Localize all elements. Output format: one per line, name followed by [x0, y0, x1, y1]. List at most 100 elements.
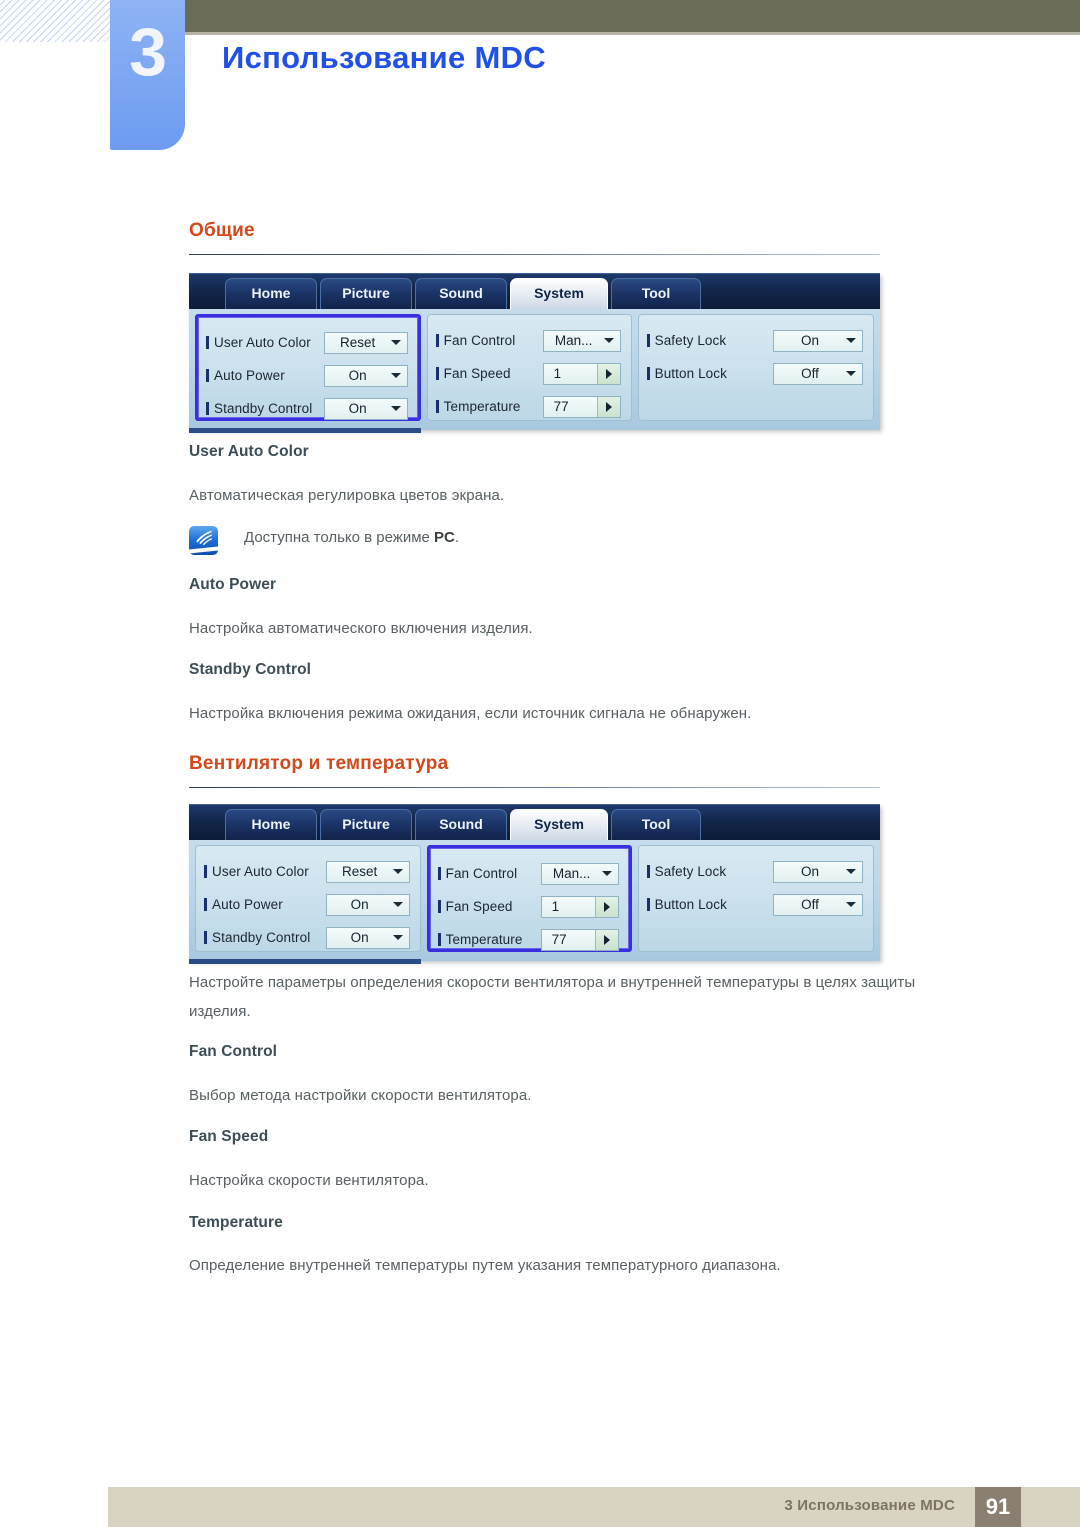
- mdc-column-lock: Safety Lock On Button Lock Off: [637, 314, 874, 421]
- mdc-field-button-lock: Button Lock Off: [646, 357, 863, 390]
- mdc-column-lock: Safety Lock On Button Lock Off: [637, 845, 874, 952]
- dropdown-value: On: [348, 401, 367, 416]
- mdc-column-fan-temperature: Fan Control Man... Fan Speed 1 Temperatu…: [426, 845, 632, 952]
- mdc-column-general: User Auto Color Reset Auto Power On Stan…: [195, 845, 421, 952]
- mdc-panel-body: User Auto Color Reset Auto Power On Stan…: [189, 309, 880, 430]
- note-pen-icon: [189, 526, 218, 555]
- spinner-temperature[interactable]: 77: [540, 928, 619, 951]
- subheading-standby-control: Standby Control: [189, 661, 312, 678]
- field-label: Button Lock: [654, 897, 727, 912]
- field-label: User Auto Color: [212, 864, 309, 879]
- dropdown-button-lock[interactable]: Off: [773, 893, 863, 916]
- chevron-down-icon: [390, 340, 401, 345]
- dropdown-fan-control[interactable]: Man...: [542, 329, 621, 352]
- mdc-tab-picture[interactable]: Picture: [320, 278, 412, 309]
- spinner-increase-button[interactable]: [594, 896, 618, 917]
- dropdown-value: Man...: [552, 866, 591, 881]
- field-label: Fan Speed: [445, 899, 513, 914]
- chevron-down-icon: [846, 902, 856, 907]
- spinner-value: 77: [551, 932, 567, 947]
- quill-glyph: [196, 530, 212, 546]
- dropdown-fan-control[interactable]: Man...: [540, 862, 619, 885]
- mdc-tab-picture[interactable]: Picture: [320, 809, 412, 840]
- dropdown-standby-control[interactable]: On: [325, 926, 410, 949]
- footer-chapter-label: 3 Использование MDC: [784, 1497, 955, 1514]
- mdc-tab-sound[interactable]: Sound: [415, 278, 507, 309]
- chapter-number: 3: [129, 14, 167, 90]
- mdc-column-fan-temperature: Fan Control Man... Fan Speed 1 Temperatu…: [426, 314, 632, 423]
- field-bullet-icon: [204, 865, 207, 878]
- header-olive-underline: [185, 32, 1080, 35]
- spinner-fan-speed[interactable]: 1: [540, 895, 619, 918]
- field-bullet-icon: [646, 334, 650, 347]
- mdc-tab-tool[interactable]: Tool: [611, 809, 701, 840]
- text-user-auto-color: Автоматическая регулировка цветов экрана…: [189, 487, 505, 504]
- dropdown-user-auto-color[interactable]: Reset: [323, 331, 408, 354]
- mdc-tab-sound[interactable]: Sound: [415, 809, 507, 840]
- field-bullet-icon: [206, 336, 209, 349]
- mdc-field-user-auto-color: User Auto Color Reset: [206, 326, 408, 359]
- mdc-screenshot-fan-temperature: Home Picture Sound System Tool User Auto…: [189, 804, 880, 964]
- field-bullet-icon: [204, 931, 207, 944]
- mdc-panel-body: User Auto Color Reset Auto Power On Stan…: [189, 840, 880, 961]
- chevron-down-icon: [392, 935, 403, 940]
- chevron-right-icon: [605, 401, 612, 412]
- dropdown-safety-lock[interactable]: On: [773, 329, 863, 352]
- dropdown-button-lock[interactable]: Off: [773, 362, 863, 385]
- mdc-field-safety-lock: Safety Lock On: [646, 855, 863, 888]
- spinner-increase-button[interactable]: [596, 363, 620, 384]
- dropdown-auto-power[interactable]: On: [325, 893, 410, 916]
- mdc-tab-home[interactable]: Home: [225, 809, 317, 840]
- subheading-auto-power: Auto Power: [189, 576, 277, 593]
- text-fan-control: Выбор метода настройки скорости вентилят…: [189, 1087, 532, 1104]
- mdc-field-temperature: Temperature 77: [435, 390, 621, 423]
- chevron-down-icon: [846, 338, 856, 343]
- chevron-down-icon: [392, 902, 403, 907]
- field-bullet-icon: [437, 933, 441, 946]
- chevron-down-icon: [392, 869, 403, 874]
- section-rule-fan-temperature: [189, 787, 880, 788]
- field-label: Fan Control: [445, 866, 518, 881]
- field-bullet-icon: [435, 334, 439, 347]
- dropdown-user-auto-color[interactable]: Reset: [325, 860, 410, 883]
- note-text: Доступна только в режиме PC.: [244, 529, 460, 546]
- mdc-field-standby-control: Standby Control On: [204, 921, 410, 954]
- dropdown-value: Man...: [554, 333, 593, 348]
- spinner-increase-button[interactable]: [596, 396, 620, 417]
- section-heading-fan-temperature: Вентилятор и температура: [189, 753, 449, 774]
- mdc-field-auto-power: Auto Power On: [204, 888, 410, 921]
- dropdown-safety-lock[interactable]: On: [773, 860, 863, 883]
- section-heading-general: Общие: [189, 220, 255, 241]
- field-label: Safety Lock: [654, 333, 727, 348]
- mdc-tab-home[interactable]: Home: [225, 278, 317, 309]
- dropdown-value: Reset: [341, 864, 378, 879]
- mdc-field-button-lock: Button Lock Off: [646, 888, 863, 921]
- dropdown-standby-control[interactable]: On: [323, 397, 408, 420]
- spinner-increase-button[interactable]: [594, 929, 618, 950]
- text-fan-speed: Настройка скорости вентилятора.: [189, 1172, 429, 1189]
- dropdown-value: Off: [801, 366, 819, 381]
- subheading-user-auto-color: User Auto Color: [189, 443, 309, 460]
- chevron-right-icon: [603, 901, 610, 912]
- chevron-down-icon: [846, 371, 856, 376]
- dropdown-auto-power[interactable]: On: [323, 364, 408, 387]
- mdc-field-fan-speed: Fan Speed 1: [435, 357, 621, 390]
- mdc-tab-tool[interactable]: Tool: [611, 278, 701, 309]
- subheading-fan-speed: Fan Speed: [189, 1128, 269, 1145]
- page-number-box: 91: [975, 1487, 1021, 1527]
- mdc-field-fan-speed: Fan Speed 1: [437, 890, 619, 923]
- text-standby-control: Настройка включения режима ожидания, есл…: [189, 705, 752, 722]
- mdc-tab-system[interactable]: System: [510, 809, 608, 840]
- chevron-down-icon: [390, 373, 401, 378]
- field-bullet-icon: [437, 900, 441, 913]
- subheading-temperature: Temperature: [189, 1214, 283, 1231]
- mdc-tab-bar: Home Picture Sound System Tool: [189, 804, 880, 840]
- spinner-temperature[interactable]: 77: [542, 395, 621, 418]
- field-bullet-icon: [206, 402, 209, 415]
- dropdown-value: On: [348, 368, 367, 383]
- mdc-column-general: User Auto Color Reset Auto Power On Stan…: [195, 314, 421, 421]
- field-label: Temperature: [445, 932, 523, 947]
- spinner-fan-speed[interactable]: 1: [542, 362, 621, 385]
- mdc-tab-system[interactable]: System: [510, 278, 608, 309]
- note-icon-base: [189, 546, 218, 554]
